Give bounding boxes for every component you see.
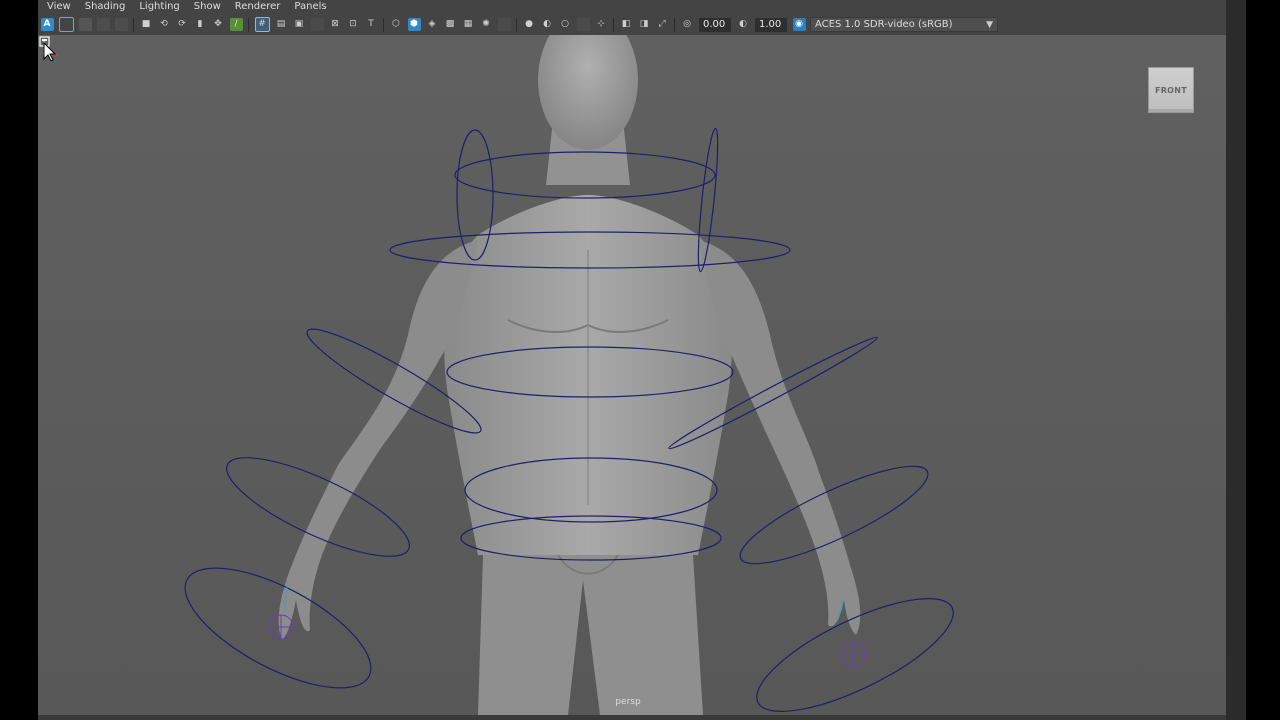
panel-toolbar: A ■ ⟲ ⟳ ▮ ✥ / # ▤ ▣ ⊠ ⊡ T ⬡ ⬢ ◈ ▩ ▦ ✺ ● … bbox=[38, 14, 1226, 35]
shadows-icon[interactable] bbox=[497, 18, 511, 31]
grid-icon[interactable]: # bbox=[254, 17, 270, 32]
safe-action-icon[interactable]: ⊡ bbox=[347, 18, 360, 31]
chevron-down-icon: ▼ bbox=[986, 20, 993, 30]
color-space-value: ACES 1.0 SDR-video (sRGB) bbox=[815, 19, 953, 30]
shaded-wireframe-icon[interactable]: ◈ bbox=[426, 18, 439, 31]
xray-icon[interactable]: ▦ bbox=[462, 18, 475, 31]
xray-joints-icon[interactable]: ◧ bbox=[620, 18, 633, 31]
toolbar-separator bbox=[516, 17, 517, 32]
menu-renderer[interactable]: Renderer bbox=[235, 0, 281, 14]
menu-view[interactable]: View bbox=[47, 0, 71, 14]
motion-blur-icon[interactable]: ◐ bbox=[541, 18, 554, 31]
camera-icon[interactable]: ■ bbox=[140, 18, 153, 31]
film-gate-icon[interactable]: ▤ bbox=[275, 18, 288, 31]
smooth-shade-icon[interactable]: ⬢ bbox=[407, 18, 421, 31]
viewport-3d[interactable]: FRONT persp bbox=[38, 35, 1226, 715]
left-black-margin bbox=[0, 0, 38, 720]
scene-render bbox=[184, 35, 954, 715]
depth-of-field-icon[interactable] bbox=[576, 18, 590, 31]
anti-aliasing-icon[interactable]: ○ bbox=[559, 18, 572, 31]
bookmark-icon[interactable] bbox=[78, 18, 92, 31]
toolbar-separator bbox=[613, 17, 614, 32]
toolbar-separator bbox=[248, 17, 249, 32]
panel-menubar: View Shading Lighting Show Renderer Pane… bbox=[38, 0, 1226, 14]
menu-show[interactable]: Show bbox=[194, 0, 221, 14]
mouse-cursor-icon bbox=[39, 36, 57, 61]
exposure-icon[interactable]: ◎ bbox=[681, 18, 694, 31]
textured-icon[interactable]: ▩ bbox=[444, 18, 457, 31]
menu-shading[interactable]: Shading bbox=[85, 0, 126, 14]
xray-active-icon[interactable]: ◨ bbox=[638, 18, 651, 31]
camera-attributes-icon[interactable] bbox=[58, 17, 74, 32]
camera-tumble-icon[interactable]: ⟲ bbox=[158, 18, 171, 31]
grease-pencil-icon[interactable]: / bbox=[229, 18, 243, 31]
view-cube-label: FRONT bbox=[1154, 85, 1188, 95]
camera-track-icon[interactable]: ⟳ bbox=[176, 18, 189, 31]
menu-panels[interactable]: Panels bbox=[294, 0, 326, 14]
backface-culling-icon[interactable]: ⤢ bbox=[656, 18, 669, 31]
camera-name-label: persp bbox=[615, 697, 641, 707]
view-cube[interactable]: FRONT bbox=[1148, 67, 1194, 113]
lights-icon[interactable]: ✺ bbox=[480, 18, 493, 31]
isolate-select-icon[interactable]: ⊹ bbox=[595, 18, 608, 31]
maya-viewport-panel: View Shading Lighting Show Renderer Pane… bbox=[38, 0, 1226, 720]
safe-title-icon[interactable]: T bbox=[365, 18, 378, 31]
two-d-pan-zoom-icon[interactable] bbox=[114, 18, 128, 31]
field-chart-icon[interactable]: ⊠ bbox=[329, 18, 342, 31]
color-management-icon[interactable]: ◉ bbox=[792, 18, 806, 31]
side-panel-edge bbox=[1226, 0, 1246, 720]
toolbar-separator bbox=[133, 17, 134, 32]
screen-space-ao-icon[interactable]: ● bbox=[523, 18, 536, 31]
image-plane-icon[interactable] bbox=[96, 18, 110, 31]
gamma-icon[interactable]: ◐ bbox=[737, 18, 750, 31]
gamma-field[interactable]: 1.00 bbox=[755, 17, 787, 32]
toolbar-separator bbox=[674, 17, 675, 32]
character-mesh bbox=[278, 35, 861, 715]
bookmark-flag-icon[interactable]: ▮ bbox=[194, 18, 207, 31]
color-space-dropdown[interactable]: ACES 1.0 SDR-video (sRGB) ▼ bbox=[810, 17, 998, 32]
wireframe-icon[interactable]: ⬡ bbox=[390, 18, 403, 31]
move-icon[interactable]: ✥ bbox=[212, 18, 225, 31]
menu-lighting[interactable]: Lighting bbox=[139, 0, 179, 14]
exposure-field[interactable]: 0.00 bbox=[699, 17, 731, 32]
panel-bottom-border bbox=[38, 715, 1226, 720]
gate-mask-icon[interactable] bbox=[310, 18, 324, 31]
toolbar-separator bbox=[383, 17, 384, 32]
select-camera-icon[interactable]: A bbox=[40, 18, 54, 31]
resolution-gate-icon[interactable]: ▣ bbox=[293, 18, 306, 31]
